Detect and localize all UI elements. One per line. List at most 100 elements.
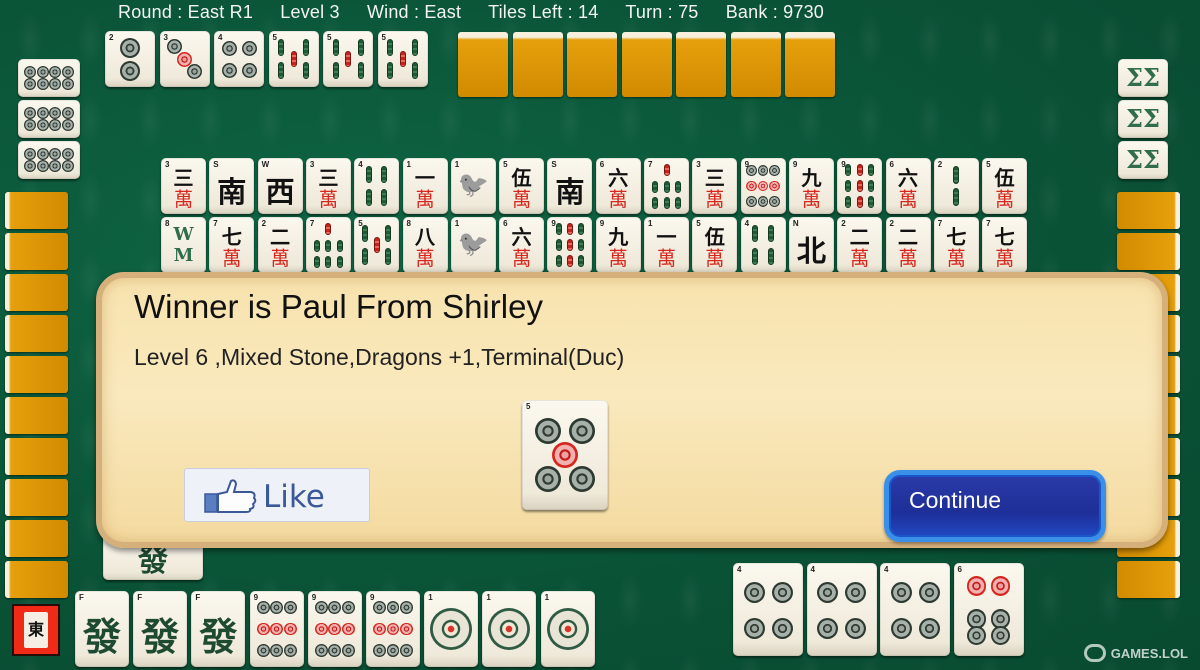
dot-icon — [61, 118, 74, 131]
tile-back — [1117, 233, 1180, 270]
bamboo-stick-icon — [867, 195, 874, 208]
discard-tile: 1一萬 — [402, 158, 448, 214]
dot-icon — [270, 601, 284, 615]
tile-corner-label: 2 — [109, 33, 114, 42]
right-exposed-tile: ΣΣ — [1118, 59, 1168, 97]
dot-icon — [36, 148, 49, 161]
wan-glyph: 萬 — [173, 188, 194, 211]
discard-tile: 1 🐦 — [450, 217, 496, 273]
tile-back — [5, 315, 68, 352]
tile-back — [5, 274, 68, 311]
dot-icon — [24, 66, 37, 79]
discard-tile: 5伍萬 — [982, 158, 1028, 214]
hand-tile[interactable]: 9 — [249, 591, 304, 667]
hand-tile[interactable]: 1 — [424, 591, 479, 667]
tile-corner-label: 1 — [454, 160, 460, 169]
discard-tile: 2二萬 — [837, 217, 883, 273]
winning-tile: 5 — [522, 400, 608, 510]
tile-back — [621, 32, 672, 97]
bamboo-stick-icon — [278, 61, 284, 79]
dot-icon — [256, 643, 270, 657]
hand-tile[interactable]: F發 — [133, 591, 188, 667]
dot-icon — [61, 66, 74, 79]
dot-icon — [61, 148, 74, 161]
bamboo-stick-icon — [767, 225, 774, 243]
tile-back — [5, 397, 68, 434]
dot-icon — [569, 417, 596, 444]
bamboo-stick-icon — [578, 223, 585, 236]
top-exposed-tile: 5 — [377, 31, 428, 87]
bamboo-stick-icon — [314, 239, 321, 253]
dot-icon — [49, 148, 62, 161]
bamboo-stick-icon — [845, 179, 852, 193]
discard-tile: S南 — [547, 158, 593, 214]
discard-tile: 2 — [933, 158, 979, 214]
dot-icon — [757, 180, 769, 192]
bamboo-stick-icon — [345, 50, 351, 68]
tile-corner-label: 3 — [163, 33, 168, 42]
hand-tile[interactable]: 1 — [540, 591, 595, 667]
continue-button[interactable]: Continue — [884, 470, 1106, 542]
dot-icon — [270, 643, 284, 657]
tile-back — [5, 356, 68, 393]
discard-tile: 1 🐦 — [450, 158, 496, 214]
discard-tile: 4 — [740, 217, 786, 273]
bamboo-stick-icon — [290, 50, 297, 68]
dot-icon — [341, 643, 355, 657]
discard-tile: 6六萬 — [885, 158, 931, 214]
dot-icon — [24, 159, 37, 172]
dot-icon — [990, 576, 1011, 597]
facebook-like-button[interactable]: Like — [184, 468, 370, 522]
bamboo-stick-icon — [412, 39, 418, 57]
right-exposed-tile: ΣΣ — [1118, 141, 1168, 179]
wan-glyph: 萬 — [801, 188, 821, 211]
tile-back — [730, 32, 781, 97]
tile-corner-label: 1 — [486, 593, 491, 602]
wan-glyph: 萬 — [705, 247, 725, 270]
dot-icon — [24, 77, 37, 90]
discard-tile: 9九萬 — [788, 158, 834, 214]
bamboo-stick-icon — [953, 188, 960, 207]
continue-label: Continue — [909, 487, 1002, 513]
bamboo-stick-icon — [652, 180, 659, 194]
dot-icon — [918, 582, 940, 604]
east-wind-icon: 東 — [24, 612, 48, 648]
dragon-glyph: 發 — [199, 614, 238, 660]
bamboo-stick-icon — [663, 196, 670, 209]
tile-corner-label: 5 — [381, 33, 386, 42]
dot-icon — [890, 617, 912, 639]
hand-tile[interactable]: F發 — [75, 591, 129, 667]
dot-icon — [373, 622, 386, 636]
dot-icon — [768, 196, 780, 208]
hand-tile[interactable]: 9 — [366, 591, 420, 667]
dot-icon — [400, 643, 413, 657]
top-exposed-tile: 5 — [268, 31, 319, 87]
bamboo-stick-icon — [953, 165, 960, 184]
meld-tile: 4 — [806, 563, 877, 656]
hand-tile[interactable]: 9 — [307, 591, 362, 667]
dot-icon — [552, 442, 578, 468]
dot-icon — [966, 576, 987, 597]
hand-tile[interactable]: 1 — [482, 591, 537, 667]
dot-icon — [49, 77, 62, 90]
tile-back — [1117, 561, 1180, 598]
top-exposed-tile: 5 — [323, 31, 373, 87]
discard-tile: 9 — [547, 217, 593, 273]
hand-tile[interactable]: F發 — [191, 591, 246, 667]
tile-back — [5, 192, 68, 229]
bamboo-stick-icon — [336, 239, 343, 253]
bamboo-stick-icon — [856, 179, 863, 193]
discard-tile: 9九萬 — [595, 217, 641, 273]
dot-icon — [167, 39, 182, 55]
wan-glyph: 萬 — [512, 247, 532, 270]
dot-icon — [746, 164, 758, 176]
wan-glyph: 萬 — [995, 247, 1015, 270]
bamboo-stick-icon — [555, 223, 562, 236]
wan-glyph: 萬 — [705, 188, 725, 211]
dot-icon — [771, 617, 793, 639]
bamboo-stick-icon — [373, 236, 380, 254]
left-exposed-tile — [18, 100, 80, 138]
dot-icon — [120, 37, 140, 58]
dot-icon — [328, 601, 342, 615]
tiles-left-label: Tiles Left : 14 — [488, 2, 599, 22]
